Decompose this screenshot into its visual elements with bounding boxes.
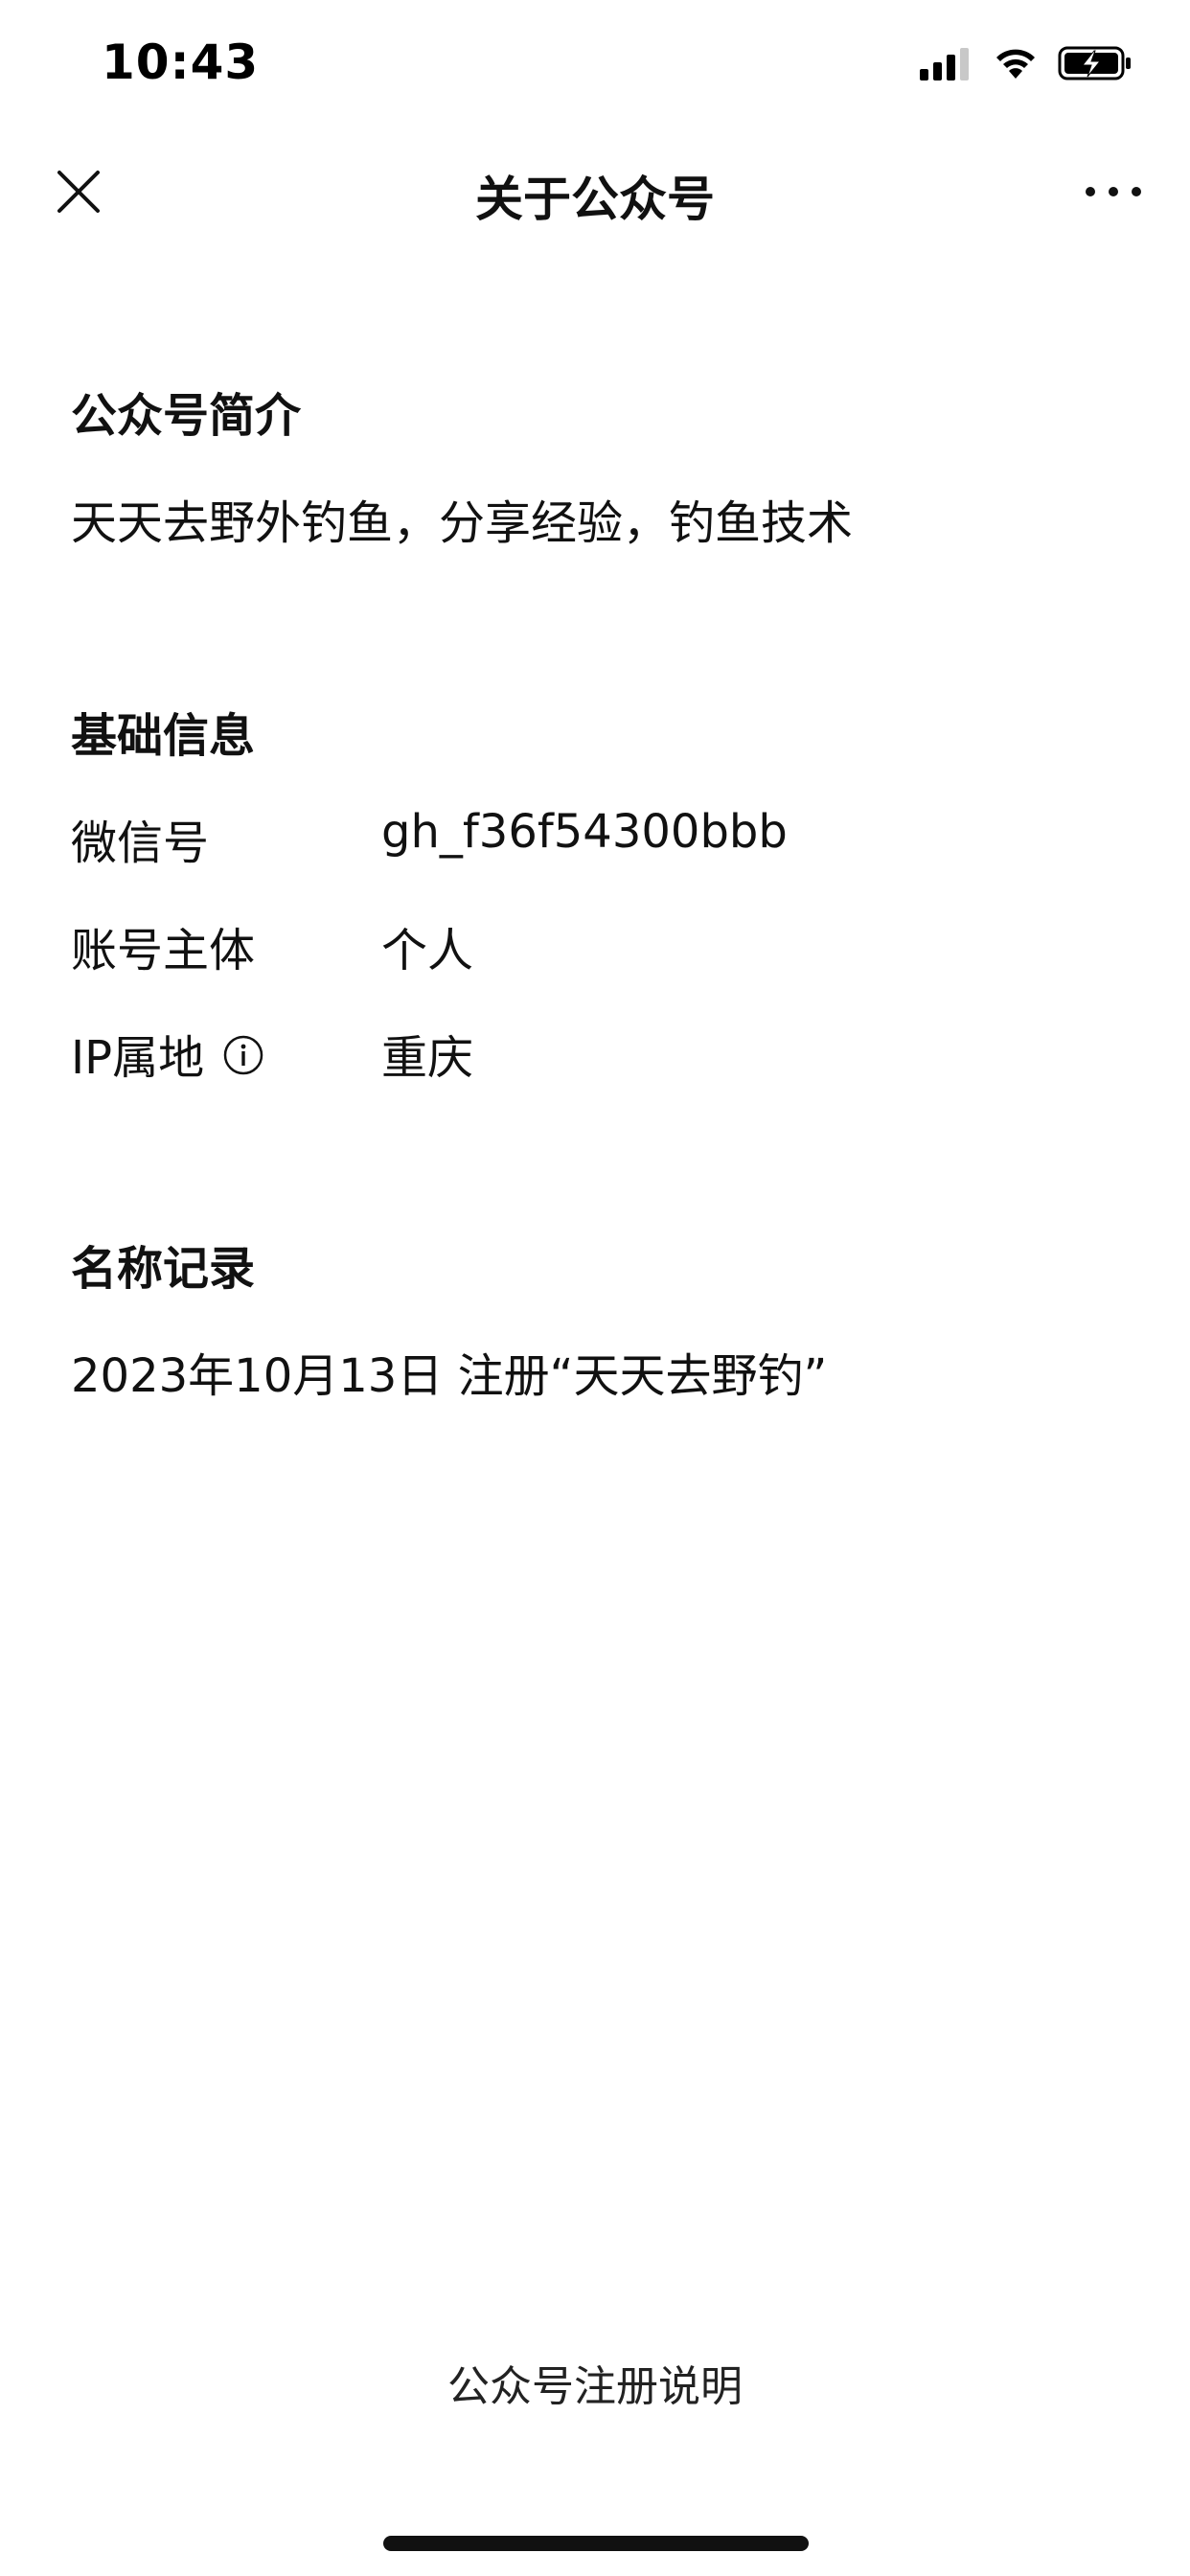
nav-bar: 关于公众号 — [0, 132, 1190, 251]
name-history-heading: 名称记录 — [71, 1242, 256, 1296]
account-entity-label-text: 账号主体 — [71, 924, 256, 978]
wifi-icon — [993, 46, 1039, 84]
more-icon — [1086, 187, 1141, 196]
wechat-id-value: gh_f36f54300bbb — [381, 805, 788, 859]
ip-location-value: 重庆 — [381, 1031, 474, 1085]
registration-info-link[interactable]: 公众号注册说明 — [0, 2352, 1190, 2413]
intro-text: 天天去野外钓鱼，分享经验，钓鱼技术 — [71, 496, 854, 550]
wechat-id-label: 微信号 — [71, 805, 209, 872]
intro-heading: 公众号简介 — [71, 389, 302, 443]
name-history-entry: 2023年10月13日 注册“天天去野钓” — [71, 1349, 828, 1403]
battery-charging-icon — [1058, 44, 1134, 86]
status-icons — [920, 44, 1134, 86]
wechat-id-label-text: 微信号 — [71, 816, 210, 870]
signal-icon — [920, 46, 973, 84]
account-entity-value: 个人 — [381, 924, 474, 978]
ip-location-label: IP属地 — [71, 1020, 263, 1087]
page-title: 关于公众号 — [475, 172, 715, 227]
info-icon[interactable] — [223, 1033, 263, 1075]
account-entity-label: 账号主体 — [71, 912, 255, 979]
ip-location-label-text: IP属地 — [71, 1031, 205, 1085]
status-bar: 10:43 — [0, 0, 1190, 132]
status-time: 10:43 — [102, 34, 260, 90]
home-indicator[interactable] — [383, 2536, 809, 2551]
more-button[interactable] — [1075, 163, 1152, 220]
basic-info-heading: 基础信息 — [71, 709, 256, 763]
